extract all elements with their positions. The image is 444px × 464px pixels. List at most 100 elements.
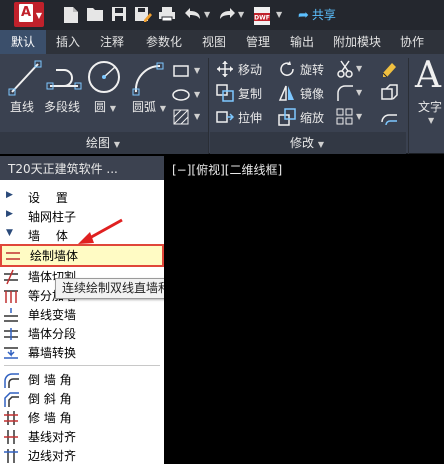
tab-annotate[interactable]: 注释 <box>92 30 132 54</box>
print-icon[interactable] <box>156 4 178 26</box>
chevron-down-icon[interactable]: ▼ <box>194 112 200 121</box>
ribbon-divider <box>208 58 209 154</box>
save-as-icon[interactable] <box>132 4 154 26</box>
erase-icon[interactable] <box>380 60 398 78</box>
line-label[interactable]: 直线 <box>10 98 34 115</box>
trim-icon[interactable] <box>336 60 354 78</box>
mirror-label[interactable]: 镜像 <box>300 85 324 102</box>
fillet-wall-icon <box>3 372 19 388</box>
cmd-label: 基线对齐 <box>28 430 77 444</box>
cmd-draw-wall[interactable]: 绘制墙体 <box>0 244 164 267</box>
modify-group-text: 修改 <box>290 136 315 150</box>
cmd-wall-segment[interactable]: 墙体分段 <box>0 324 164 343</box>
cmd-label: 墙体分段 <box>28 327 77 341</box>
arc-label[interactable]: 圆弧 ▼ <box>132 98 166 115</box>
modify-group-title[interactable]: 修改 ▼ <box>290 134 324 151</box>
tab-output[interactable]: 输出 <box>282 30 322 54</box>
tab-view[interactable]: 视图 <box>194 30 234 54</box>
circle-icon[interactable] <box>84 58 124 96</box>
chevron-down-icon[interactable]: ▼ <box>318 140 324 149</box>
chevron-down-icon[interactable]: ▼ <box>428 116 434 125</box>
move-icon[interactable] <box>216 60 234 78</box>
chevron-down-icon[interactable]: ▼ <box>110 104 116 113</box>
drawing-viewport[interactable]: [−][俯视][二维线框] <box>164 156 444 464</box>
curtain-wall-icon <box>3 345 19 361</box>
stretch-icon[interactable] <box>216 108 235 126</box>
draw-group-text: 绘图 <box>86 136 111 150</box>
line-to-wall-icon <box>3 307 19 323</box>
rotate-label[interactable]: 旋转 <box>300 61 324 78</box>
expand-arrow-icon: ▶ <box>6 209 13 219</box>
cmd-edge-align[interactable]: 边线对齐 <box>0 446 164 464</box>
text-glyph[interactable]: A <box>412 54 444 98</box>
tab-parametric[interactable]: 参数化 <box>138 30 190 54</box>
polyline-label[interactable]: 多段线 <box>44 98 80 115</box>
chevron-down-icon: ▼ <box>35 11 42 20</box>
rectangle-icon[interactable] <box>172 62 190 80</box>
tab-insert[interactable]: 插入 <box>48 30 88 54</box>
line-icon[interactable] <box>4 58 44 96</box>
new-file-icon[interactable] <box>60 4 82 26</box>
ribbon-divider <box>408 58 409 154</box>
chevron-down-icon[interactable]: ▼ <box>194 90 200 99</box>
baseline-align-icon <box>3 429 19 445</box>
scale-icon[interactable] <box>278 108 296 126</box>
circle-label[interactable]: 圆 ▼ <box>94 98 116 115</box>
save-icon[interactable] <box>108 4 130 26</box>
wall-segment-icon <box>3 326 19 342</box>
hatch-icon[interactable] <box>172 108 190 126</box>
cmd-curtain-convert[interactable]: 幕墙转换 <box>0 343 164 362</box>
viewport-controls-label[interactable]: [−][俯视][二维线框] <box>172 161 282 178</box>
dwf-export-icon[interactable]: DWF <box>252 4 272 26</box>
app-menu-button[interactable]: A ▼ <box>14 2 44 27</box>
copy-icon[interactable] <box>216 84 234 102</box>
tab-default[interactable]: 默认 <box>0 30 46 54</box>
redo-icon[interactable] <box>216 4 238 26</box>
chevron-down-icon[interactable]: ▼ <box>356 112 362 121</box>
fillet-icon[interactable] <box>336 84 354 102</box>
copy-label[interactable]: 复制 <box>238 85 262 102</box>
tree-item-settings[interactable]: ▶ 设 置 <box>0 188 164 207</box>
share-button[interactable]: ➦ 共享 <box>298 6 336 23</box>
chevron-down-icon[interactable]: ▼ <box>356 64 362 73</box>
move-label[interactable]: 移动 <box>238 61 262 78</box>
cmd-fillet-wall[interactable]: 倒 墙 角 <box>0 370 164 389</box>
scale-label[interactable]: 缩放 <box>300 109 324 126</box>
cmd-label: 倒 斜 角 <box>28 392 72 406</box>
array-icon[interactable] <box>336 108 354 126</box>
chevron-down-icon[interactable]: ▼ <box>356 88 362 97</box>
arc-icon[interactable] <box>128 58 168 96</box>
tab-manage[interactable]: 管理 <box>238 30 278 54</box>
chevron-down-icon[interactable]: ▼ <box>194 66 200 75</box>
dwf-label: DWF <box>254 15 270 22</box>
panel-header[interactable]: T20天正建筑软件 ... <box>0 156 164 180</box>
tab-addins[interactable]: 附加模块 <box>326 30 388 54</box>
open-folder-icon[interactable] <box>84 4 106 26</box>
cmd-line-to-wall[interactable]: 单线变墙 <box>0 305 164 324</box>
ribbon-panel: 直线 多段线 圆 ▼ 圆弧 ▼ ▼ ▼ ▼ 绘图 ▼ 移动 旋转 ▼ 复制 镜像… <box>0 54 444 154</box>
chevron-down-icon[interactable]: ▼ <box>204 10 210 19</box>
explode-icon[interactable] <box>380 84 398 102</box>
wall-cut-icon <box>3 269 19 285</box>
cmd-label: 边线对齐 <box>28 449 77 463</box>
cmd-trim-wall-corner[interactable]: 修 墙 角 <box>0 408 164 427</box>
chevron-down-icon[interactable]: ▼ <box>238 10 244 19</box>
polyline-icon[interactable] <box>44 58 84 96</box>
chevron-down-icon[interactable]: ▼ <box>276 10 282 19</box>
rotate-icon[interactable] <box>278 60 296 78</box>
cmd-chamfer-wall[interactable]: 倒 斜 角 <box>0 389 164 408</box>
panel-title: T20天正建筑软件 ... <box>8 162 118 176</box>
mirror-icon[interactable] <box>278 84 296 102</box>
undo-icon[interactable] <box>182 4 204 26</box>
cmd-baseline-align[interactable]: 基线对齐 <box>0 427 164 446</box>
tab-collaborate[interactable]: 协作 <box>392 30 432 54</box>
arc-text: 圆弧 <box>132 100 157 114</box>
text-label[interactable]: 文字 <box>418 98 442 115</box>
offset-icon[interactable] <box>380 108 398 126</box>
ellipse-icon[interactable] <box>172 86 190 104</box>
draw-group-title[interactable]: 绘图 ▼ <box>86 134 120 151</box>
chevron-down-icon[interactable]: ▼ <box>114 140 120 149</box>
stretch-label[interactable]: 拉伸 <box>238 109 262 126</box>
chevron-down-icon[interactable]: ▼ <box>160 104 166 113</box>
app-logo-icon: A <box>19 4 33 22</box>
